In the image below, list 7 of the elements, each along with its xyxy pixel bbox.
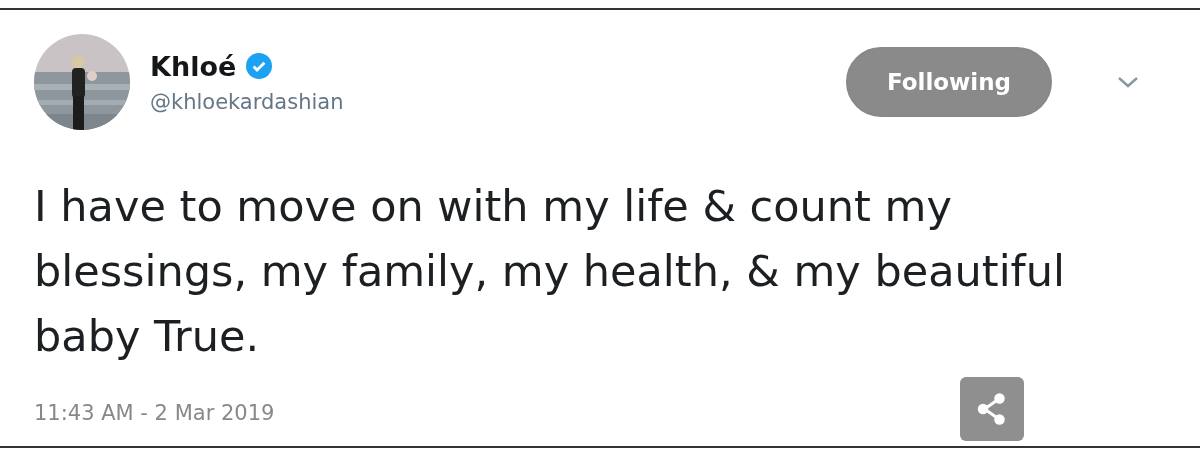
share-button[interactable] bbox=[960, 377, 1024, 441]
following-button[interactable]: Following bbox=[846, 47, 1052, 117]
chevron-down-icon[interactable] bbox=[1116, 74, 1140, 90]
tweet-text: I have to move on with my life & count my blessings, my family, my health, & my beautiful baby True. bbox=[34, 180, 1066, 363]
author-handle[interactable]: @khloekardashian bbox=[150, 89, 826, 114]
tweet-timestamp[interactable]: 11:43 AM - 2 Mar 2019 bbox=[34, 401, 275, 441]
author-name[interactable]: Khloé bbox=[150, 50, 237, 82]
